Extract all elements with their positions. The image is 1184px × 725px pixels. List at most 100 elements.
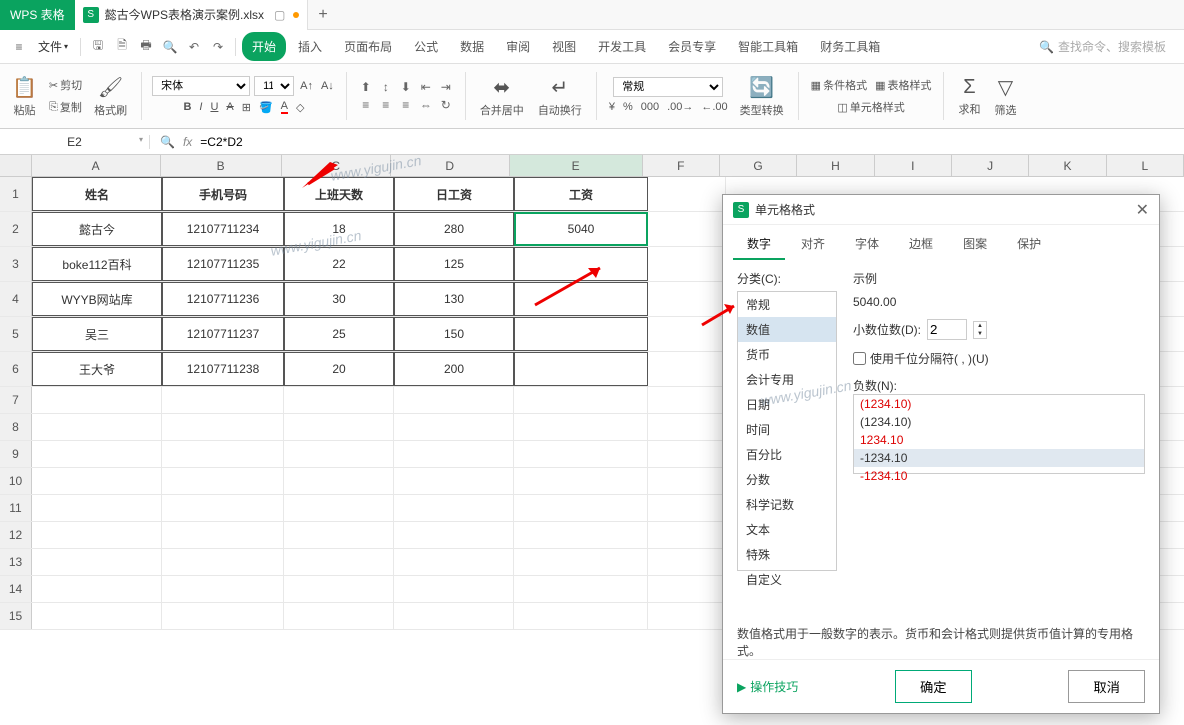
select-all-corner[interactable]: [0, 155, 32, 176]
row-header[interactable]: 7: [0, 387, 32, 413]
undo-icon[interactable]: ↶: [183, 36, 205, 58]
tab-pattern[interactable]: 图案: [949, 229, 1001, 260]
col-header-l[interactable]: L: [1107, 155, 1184, 176]
negative-format-list[interactable]: (1234.10) (1234.10) 1234.10 -1234.10 -12…: [853, 394, 1145, 474]
cell[interactable]: 280: [394, 212, 514, 246]
align-middle-icon[interactable]: ↕: [377, 79, 395, 95]
cell[interactable]: [648, 441, 726, 467]
decrease-decimal-icon[interactable]: ←.00: [699, 99, 729, 115]
cell[interactable]: 12107711238: [162, 352, 284, 386]
cell[interactable]: 18: [284, 212, 394, 246]
cell[interactable]: [284, 468, 394, 494]
cell[interactable]: [284, 576, 394, 602]
cell[interactable]: [32, 468, 162, 494]
file-menu[interactable]: 文件: [32, 34, 74, 59]
negative-item[interactable]: -1234.10: [854, 449, 1144, 467]
cell[interactable]: [648, 177, 726, 211]
cell[interactable]: [648, 317, 726, 351]
wrap-text-button[interactable]: ↵自动换行: [534, 73, 586, 120]
cell[interactable]: 王大爷: [32, 352, 162, 386]
cell[interactable]: 125: [394, 247, 514, 281]
cell[interactable]: [648, 495, 726, 521]
cell-style-button[interactable]: ◫单元格样式: [835, 97, 906, 117]
cell[interactable]: 懿古今: [32, 212, 162, 246]
row-header[interactable]: 5: [0, 317, 32, 351]
negative-item[interactable]: -1234.10: [854, 467, 1144, 485]
decimal-spinner[interactable]: ▲▼: [973, 321, 987, 339]
menu-tab-smart[interactable]: 智能工具箱: [728, 32, 808, 61]
tab-border[interactable]: 边框: [895, 229, 947, 260]
col-header-i[interactable]: I: [875, 155, 952, 176]
file-tab[interactable]: S 懿古今WPS表格演示案例.xlsx ▢: [75, 0, 309, 30]
tab-align[interactable]: 对齐: [787, 229, 839, 260]
cell-selected[interactable]: 5040: [514, 212, 648, 246]
name-box[interactable]: E2: [0, 135, 150, 149]
menu-tab-finance[interactable]: 财务工具箱: [810, 32, 890, 61]
row-header[interactable]: 12: [0, 522, 32, 548]
category-item-numeric[interactable]: 数值: [738, 317, 836, 342]
decimal-places-input[interactable]: [927, 319, 967, 340]
cell[interactable]: [514, 317, 648, 351]
cell[interactable]: [162, 414, 284, 440]
category-item[interactable]: 百分比: [738, 442, 836, 467]
cell[interactable]: [514, 549, 648, 575]
cell[interactable]: [32, 387, 162, 413]
cell[interactable]: 12107711237: [162, 317, 284, 351]
font-name-select[interactable]: 宋体: [152, 76, 250, 96]
print-preview-icon[interactable]: 🔍: [159, 36, 181, 58]
cell[interactable]: 130: [394, 282, 514, 316]
fill-color-button[interactable]: 🪣: [257, 99, 275, 116]
cell[interactable]: 12107711235: [162, 247, 284, 281]
merge-icon[interactable]: ⇔: [417, 97, 435, 113]
col-header-c[interactable]: C: [282, 155, 391, 176]
indent-decrease-icon[interactable]: ⇤: [417, 79, 435, 95]
decrease-font-icon[interactable]: A↓: [319, 78, 336, 94]
col-header-e[interactable]: E: [510, 155, 643, 176]
cell[interactable]: [284, 495, 394, 521]
row-header[interactable]: 13: [0, 549, 32, 575]
copy-button[interactable]: ⎘复制: [47, 97, 84, 117]
cell[interactable]: 150: [394, 317, 514, 351]
align-right-icon[interactable]: ≡: [397, 97, 415, 113]
cell[interactable]: [284, 603, 394, 629]
category-list[interactable]: 常规 数值 货币 会计专用 日期 时间 百分比 分数 科学记数 文本 特殊 自定…: [737, 291, 837, 571]
negative-item[interactable]: (1234.10): [854, 413, 1144, 431]
cell[interactable]: [648, 247, 726, 281]
menu-tab-review[interactable]: 审阅: [496, 32, 540, 61]
border-button[interactable]: ⊞: [240, 99, 253, 116]
negative-item[interactable]: (1234.10): [854, 395, 1144, 413]
category-item[interactable]: 分数: [738, 467, 836, 492]
cell[interactable]: [648, 212, 726, 246]
cell[interactable]: [32, 495, 162, 521]
close-icon[interactable]: ✕: [1136, 200, 1149, 220]
col-header-f[interactable]: F: [643, 155, 720, 176]
cell[interactable]: [284, 414, 394, 440]
cell[interactable]: 吴三: [32, 317, 162, 351]
cell[interactable]: 22: [284, 247, 394, 281]
cell[interactable]: [648, 468, 726, 494]
save-as-icon[interactable]: 🗎: [111, 36, 133, 58]
cell[interactable]: 姓名: [32, 177, 162, 211]
cell[interactable]: [648, 387, 726, 413]
cell[interactable]: WYYB网站库: [32, 282, 162, 316]
align-top-icon[interactable]: ⬆: [357, 79, 375, 95]
italic-button[interactable]: I: [197, 99, 204, 115]
col-header-j[interactable]: J: [952, 155, 1029, 176]
filter-button[interactable]: ▽筛选: [990, 73, 1020, 120]
tips-link[interactable]: ▶操作技巧: [737, 678, 798, 695]
tab-restore-icon[interactable]: ▢: [274, 8, 285, 22]
row-header[interactable]: 4: [0, 282, 32, 316]
format-painter-button[interactable]: 🖌格式刷: [90, 73, 131, 120]
cut-button[interactable]: ✂剪切: [47, 75, 84, 95]
cell[interactable]: [648, 352, 726, 386]
thousand-sep-checkbox[interactable]: [853, 352, 866, 365]
cell[interactable]: [648, 549, 726, 575]
cell[interactable]: [162, 387, 284, 413]
chevron-down-icon[interactable]: ▼: [974, 330, 986, 338]
cell[interactable]: 日工资: [394, 177, 514, 211]
category-item[interactable]: 自定义: [738, 567, 836, 592]
cell[interactable]: [648, 414, 726, 440]
cell[interactable]: [394, 603, 514, 629]
cell[interactable]: [162, 522, 284, 548]
row-header[interactable]: 11: [0, 495, 32, 521]
